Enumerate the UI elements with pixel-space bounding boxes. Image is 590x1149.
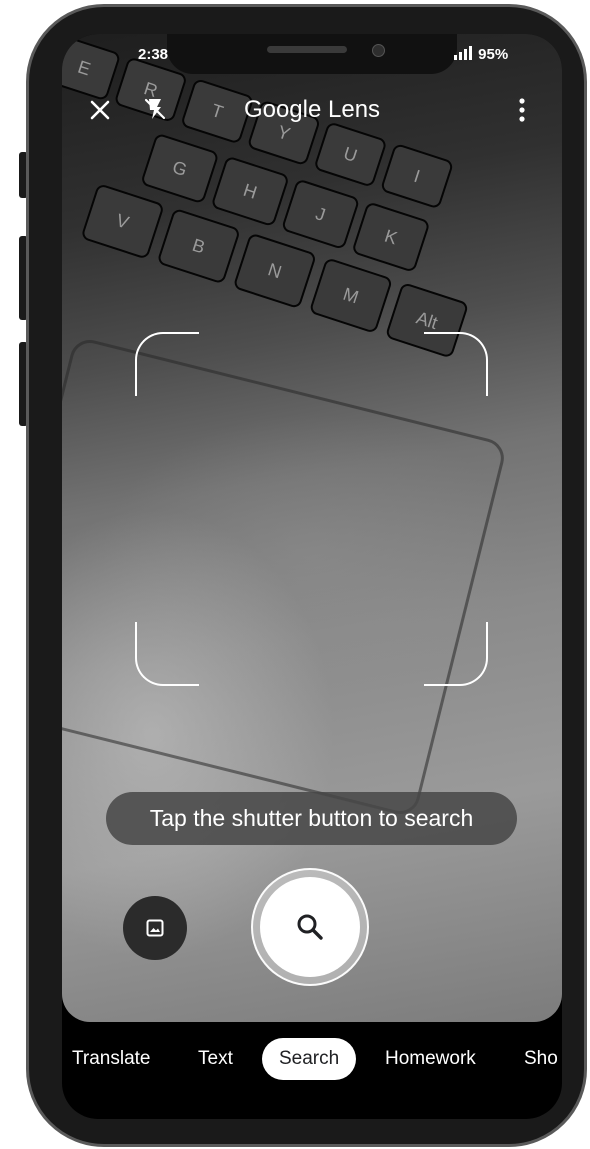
key-label: J [313, 202, 329, 225]
keyboard-key: I [379, 142, 455, 210]
shutter-inner [260, 877, 360, 977]
more-vert-icon [519, 98, 525, 122]
key-label: G [170, 156, 190, 180]
key-label: H [241, 179, 260, 203]
key-label: V [113, 209, 132, 233]
key-label: Y [275, 121, 293, 144]
focus-corner-top-right [424, 332, 488, 396]
mode-selector: Translate Text Search Homework Sho [62, 1022, 562, 1102]
mode-shopping[interactable]: Sho [524, 1038, 558, 1080]
key-label: M [340, 283, 362, 307]
keyboard-key: E [62, 34, 122, 102]
keyboard-key: B [156, 207, 241, 285]
mode-search[interactable]: Search [262, 1038, 357, 1080]
battery-percent: 95% [478, 46, 509, 63]
mode-text[interactable]: Text [198, 1038, 233, 1080]
focus-corner-top-left [135, 332, 199, 396]
mode-homework[interactable]: Homework [385, 1038, 476, 1080]
gallery-button[interactable] [123, 896, 187, 960]
image-icon [146, 919, 164, 937]
page-title: Google Lens [243, 96, 381, 123]
mode-translate[interactable]: Translate [72, 1038, 151, 1080]
search-icon [297, 914, 323, 940]
status-time: 2:38 [138, 46, 169, 63]
keyboard-key: G [140, 132, 220, 205]
shutter-button[interactable] [251, 868, 369, 986]
focus-corner-bottom-right [424, 622, 488, 686]
key-label: I [411, 165, 423, 186]
signal-icon [454, 46, 472, 60]
keyboard-key: J [280, 178, 361, 251]
status-signal-battery: 95% [454, 46, 508, 63]
key-label: U [341, 142, 360, 166]
keyboard-key: K [351, 201, 431, 273]
front-camera [372, 44, 385, 57]
camera-viewfinder[interactable]: E R T Y U I G H J K V B N M Alt Google L… [62, 34, 562, 1022]
notch [167, 34, 457, 74]
keyboard-key: U [313, 121, 388, 188]
keyboard-key: N [232, 232, 318, 310]
hint-toast: Tap the shutter button to search [106, 792, 517, 845]
keyboard-key: M [308, 257, 394, 334]
keyboard-key: H [210, 155, 290, 228]
key-label: B [190, 234, 208, 258]
more-options-button[interactable] [510, 96, 534, 124]
keyboard-key: V [80, 183, 165, 260]
key-label: N [265, 258, 285, 282]
phone-screen: E R T Y U I G H J K V B N M Alt Google L… [62, 34, 562, 1119]
key-label: K [382, 225, 400, 248]
key-label: Alt [414, 307, 441, 333]
key-label: E [75, 56, 94, 79]
earpiece-speaker [267, 46, 347, 53]
focus-corner-bottom-left [135, 622, 199, 686]
